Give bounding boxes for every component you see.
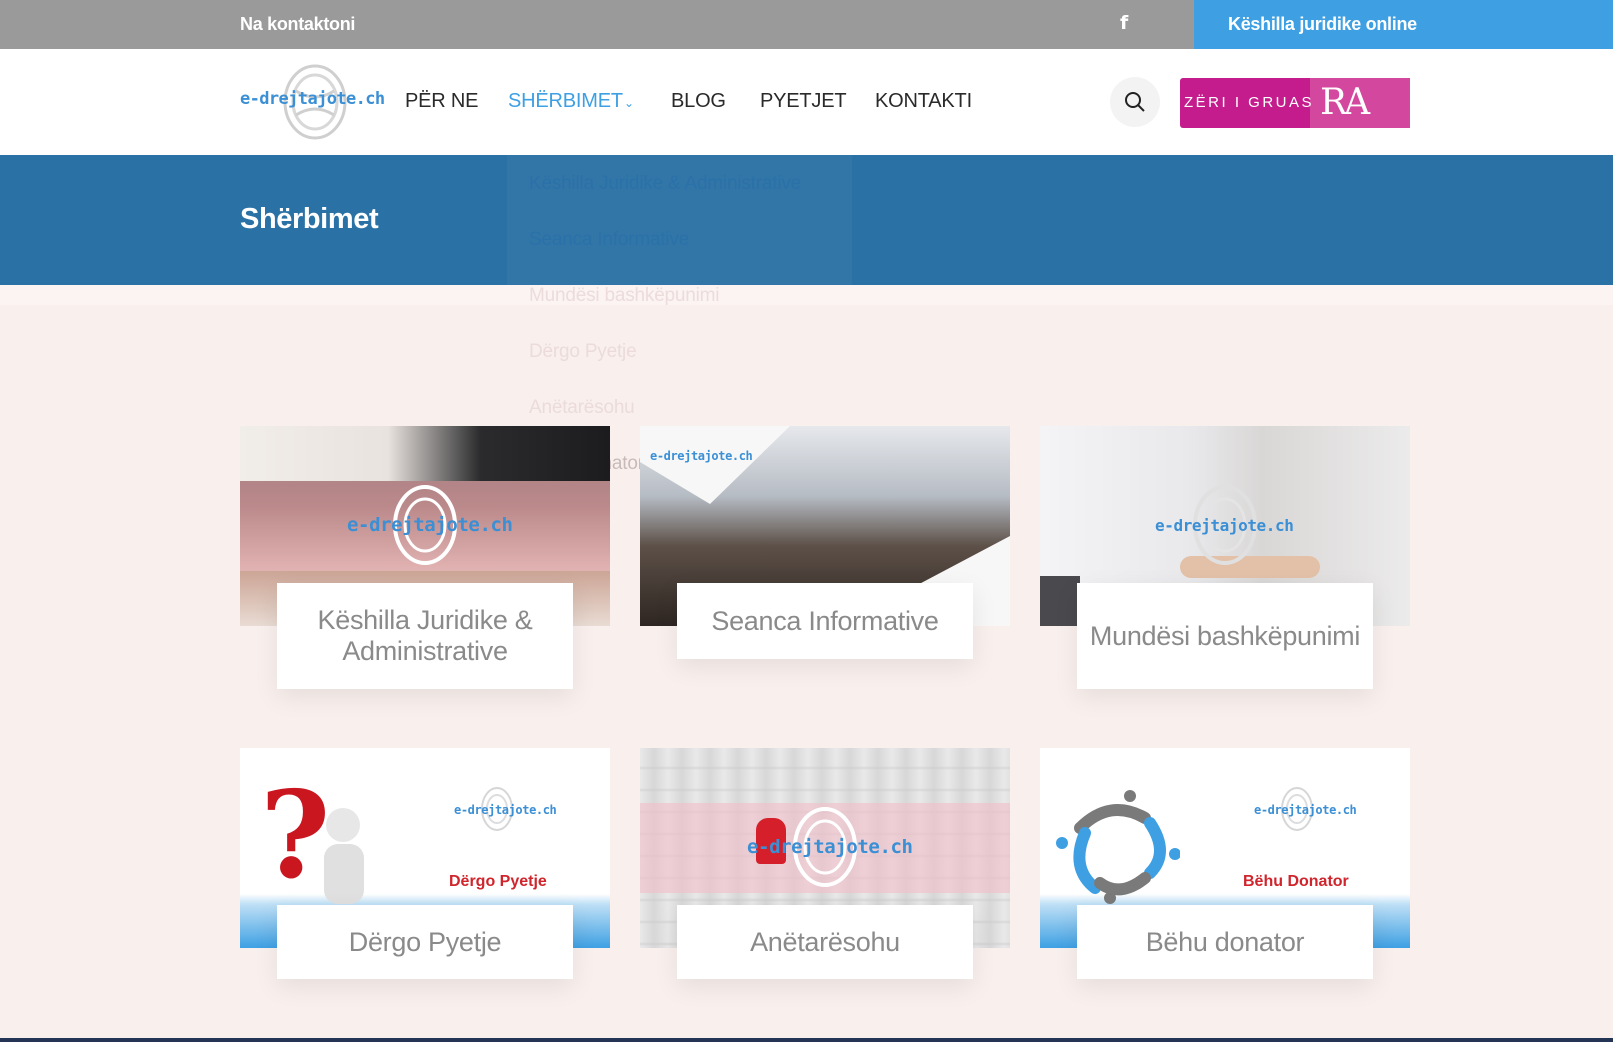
nav-item-kontakti[interactable]: KONTAKTI bbox=[875, 90, 972, 113]
donor-hands-icon bbox=[1056, 790, 1180, 904]
site-logo[interactable]: e-drejtajote.ch bbox=[240, 63, 390, 143]
contact-link[interactable]: Na kontaktoni bbox=[240, 14, 355, 35]
card-badge: Bëhu Donator bbox=[1243, 873, 1349, 890]
card-title[interactable]: Anëtarësohu bbox=[677, 905, 973, 979]
card-badge: Dërgo Pyetje bbox=[449, 873, 547, 890]
figure-head bbox=[326, 808, 360, 842]
nav-item-sherbimet[interactable]: SHËRBIMET bbox=[508, 90, 623, 113]
chevron-down-icon: ⌄ bbox=[624, 96, 634, 110]
dropdown-item-keshilla[interactable]: Këshilla Juridike & Administrative bbox=[529, 173, 801, 195]
figure-body bbox=[324, 844, 364, 904]
card-title[interactable]: Seanca Informative bbox=[677, 583, 973, 659]
card-watermark: e-drejtajote.ch bbox=[454, 803, 557, 817]
site-header: e-drejtajote.ch PËR NE SHËRBIMET ⌄ BLOG … bbox=[0, 49, 1613, 155]
card-watermark: e-drejtajote.ch bbox=[347, 514, 513, 536]
zeri-i-gruas-banner[interactable]: ZËRI I GRUAS RA bbox=[1180, 78, 1410, 128]
card-title[interactable]: Këshilla Juridike & Administrative bbox=[277, 583, 573, 689]
search-icon bbox=[1125, 92, 1145, 112]
nav-item-per-ne[interactable]: PËR NE bbox=[405, 90, 478, 113]
nav-item-pyetjet[interactable]: PYETJET bbox=[760, 90, 847, 113]
dropdown-item-seanca[interactable]: Seanca Informative bbox=[529, 229, 689, 251]
footer-edge bbox=[0, 1038, 1613, 1042]
dropdown-item-anetaresohu[interactable]: Anëtarësohu bbox=[529, 397, 635, 419]
card-title[interactable]: Bëhu donator bbox=[1077, 905, 1373, 979]
card-watermark: e-drejtajote.ch bbox=[747, 836, 913, 858]
card-photo-corner bbox=[1040, 576, 1080, 626]
card-title[interactable]: Dërgo Pyetje bbox=[277, 905, 573, 979]
page-title: Shërbimet bbox=[240, 203, 379, 235]
logo-text: e-drejtajote.ch bbox=[240, 89, 385, 109]
partner-text: ZËRI I GRUAS bbox=[1184, 94, 1315, 111]
card-watermark: e-drejtajote.ch bbox=[1155, 516, 1294, 535]
nav-item-blog[interactable]: BLOG bbox=[671, 90, 726, 113]
partner-logo-mark: RA bbox=[1320, 82, 1370, 123]
top-bar: Na kontaktoni f Këshilla juridike online bbox=[0, 0, 1613, 49]
question-mark-icon: ? bbox=[260, 765, 331, 906]
legal-advice-online-button[interactable]: Këshilla juridike online bbox=[1194, 0, 1613, 49]
card-photo-top bbox=[240, 426, 610, 481]
dropdown-item-dergo[interactable]: Dërgo Pyetje bbox=[529, 341, 637, 363]
card-watermark: e-drejtajote.ch bbox=[650, 449, 753, 463]
dropdown-item-mundesi[interactable]: Mundësi bashkëpunimi bbox=[529, 285, 720, 307]
card-title[interactable]: Mundësi bashkëpunimi bbox=[1077, 583, 1373, 689]
card-watermark: e-drejtajote.ch bbox=[1254, 803, 1357, 817]
facebook-icon[interactable]: f bbox=[1120, 12, 1128, 34]
search-button[interactable] bbox=[1110, 77, 1160, 127]
